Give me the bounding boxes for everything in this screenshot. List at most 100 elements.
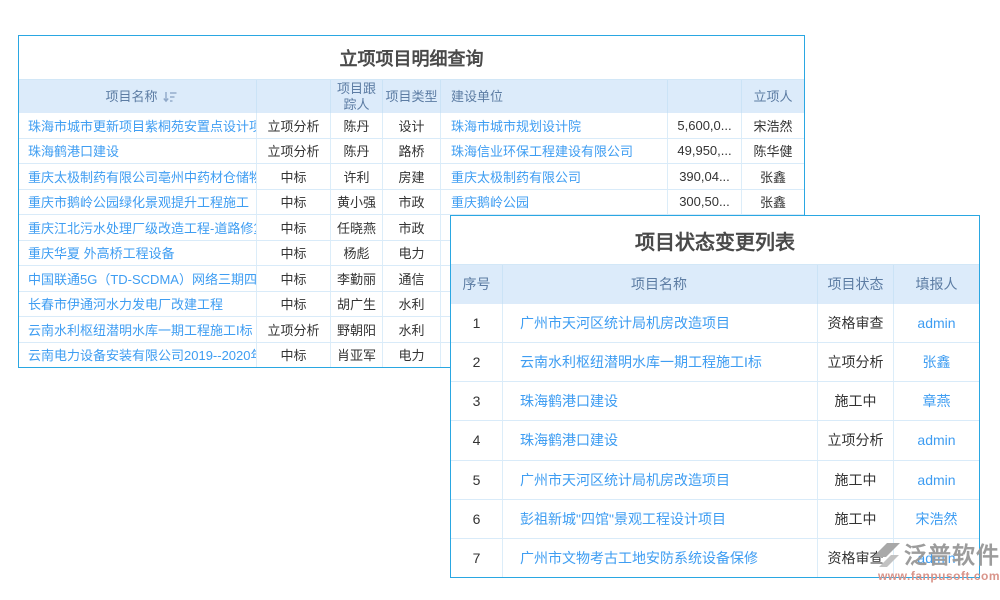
status-change-list-panel: 项目状态变更列表 序号 项目名称 项目状态 填报人 1广州市天河区统计局机房改造… (450, 215, 980, 578)
project-name-link[interactable]: 珠海鹤港口建设 (19, 139, 257, 164)
project-tracker: 杨彪 (331, 241, 383, 266)
project-type: 设计 (383, 113, 441, 138)
table-row: 5广州市天河区统计局机房改造项目施工中admin (451, 461, 979, 500)
project-name-link[interactable]: 广州市文物考古工地安防系统设备保修 (503, 539, 818, 577)
table-row: 重庆太极制药有限公司亳州中药材仓储物流基地中标许利房建重庆太极制药有限公司390… (19, 164, 804, 190)
project-phase: 中标 (257, 164, 331, 189)
project-type: 市政 (383, 190, 441, 215)
project-status: 施工中 (818, 500, 894, 538)
filler-link[interactable]: admin (894, 461, 979, 499)
filler-link[interactable]: 宋浩然 (894, 500, 979, 538)
row-seq-no: 2 (451, 343, 503, 381)
project-initiator: 张鑫 (742, 190, 804, 215)
project-type: 电力 (383, 241, 441, 266)
row-seq-no: 3 (451, 382, 503, 420)
project-tracker: 任晓燕 (331, 215, 383, 240)
row-seq-no: 4 (451, 421, 503, 459)
col-filler: 填报人 (894, 265, 979, 304)
project-tracker: 陈丹 (331, 139, 383, 164)
row-seq-no: 5 (451, 461, 503, 499)
project-status: 施工中 (818, 382, 894, 420)
watermark-url: www.fanpusoft.com (856, 569, 1000, 583)
project-amount: 300,50... (668, 190, 742, 215)
col-project-tracker: 项目跟踪人 (331, 80, 383, 113)
col-project-phase (257, 80, 331, 113)
filler-link[interactable]: 张鑫 (894, 343, 979, 381)
row-seq-no: 1 (451, 304, 503, 342)
table-row: 1广州市天河区统计局机房改造项目资格审查admin (451, 304, 979, 343)
project-amount: 49,950,... (668, 139, 742, 164)
project-tracker: 黄小强 (331, 190, 383, 215)
project-initiator: 张鑫 (742, 164, 804, 189)
row-seq-no: 7 (451, 539, 503, 577)
filler-link[interactable]: admin (894, 421, 979, 459)
table-row: 珠海鹤港口建设立项分析陈丹路桥珠海信业环保工程建设有限公司49,950,...陈… (19, 139, 804, 165)
project-name-link[interactable]: 中国联通5G（TD-SCDMA）网络三期四川工程 (19, 266, 257, 291)
project-status: 资格审查 (818, 304, 894, 342)
table-row: 4珠海鹤港口建设立项分析admin (451, 421, 979, 460)
project-name-link[interactable]: 珠海鹤港口建设 (503, 382, 818, 420)
project-name-link[interactable]: 广州市天河区统计局机房改造项目 (503, 461, 818, 499)
project-status: 施工中 (818, 461, 894, 499)
project-tracker: 李勤丽 (331, 266, 383, 291)
table-row: 6彭祖新城"四馆"景观工程设计项目施工中宋浩然 (451, 500, 979, 539)
table2-body: 1广州市天河区统计局机房改造项目资格审查admin2云南水利枢纽潜明水库一期工程… (451, 304, 979, 577)
table-row: 3珠海鹤港口建设施工中章燕 (451, 382, 979, 421)
project-name-link[interactable]: 重庆江北污水处理厂级改造工程-道路修复工程 (19, 215, 257, 240)
project-name-link[interactable]: 彭祖新城"四馆"景观工程设计项目 (503, 500, 818, 538)
project-phase: 立项分析 (257, 139, 331, 164)
table-row: 2云南水利枢纽潜明水库一期工程施工I标立项分析张鑫 (451, 343, 979, 382)
table2-title: 项目状态变更列表 (451, 216, 979, 264)
project-type: 路桥 (383, 139, 441, 164)
sort-descending-icon[interactable] (163, 91, 177, 103)
project-tracker: 野朝阳 (331, 317, 383, 342)
project-type: 市政 (383, 215, 441, 240)
project-name-link[interactable]: 广州市天河区统计局机房改造项目 (503, 304, 818, 342)
col-project-name[interactable]: 项目名称 (19, 80, 257, 113)
project-name-link[interactable]: 云南电力设备安装有限公司2019--2020年度劳务 (19, 343, 257, 368)
col-seq-no: 序号 (451, 265, 503, 304)
col-initiator: 立项人 (742, 80, 804, 113)
project-tracker: 许利 (331, 164, 383, 189)
project-initiator: 陈华健 (742, 139, 804, 164)
project-tracker: 胡广生 (331, 292, 383, 317)
project-status: 立项分析 (818, 343, 894, 381)
project-phase: 立项分析 (257, 317, 331, 342)
project-phase: 中标 (257, 241, 331, 266)
project-name-link[interactable]: 重庆华夏 外高桥工程设备 (19, 241, 257, 266)
row-seq-no: 6 (451, 500, 503, 538)
build-org-link[interactable]: 重庆鹅岭公园 (441, 190, 668, 215)
project-name-link[interactable]: 重庆市鹅岭公园绿化景观提升工程施工 (19, 190, 257, 215)
fanpu-watermark: 泛普软件 www.fanpusoft.com (856, 542, 1000, 583)
project-name-link[interactable]: 长春市伊通河水力发电厂改建工程 (19, 292, 257, 317)
watermark-brand: 泛普软件 (904, 543, 1000, 568)
col-project-name: 项目名称 (503, 265, 818, 304)
project-tracker: 肖亚军 (331, 343, 383, 368)
project-type: 水利 (383, 317, 441, 342)
col-project-type: 项目类型 (383, 80, 441, 113)
page: 立项项目明细查询 项目名称 项目跟踪人 项目类型 建设单位 (0, 0, 1000, 600)
project-phase: 中标 (257, 292, 331, 317)
project-name-link[interactable]: 云南水利枢纽潜明水库一期工程施工I标 (19, 317, 257, 342)
col-project-name-label: 项目名称 (105, 89, 157, 105)
project-type: 电力 (383, 343, 441, 368)
project-status: 立项分析 (818, 421, 894, 459)
build-org-link[interactable]: 重庆太极制药有限公司 (441, 164, 668, 189)
project-type: 房建 (383, 164, 441, 189)
project-name-link[interactable]: 云南水利枢纽潜明水库一期工程施工I标 (503, 343, 818, 381)
project-type: 水利 (383, 292, 441, 317)
filler-link[interactable]: admin (894, 304, 979, 342)
project-initiator: 宋浩然 (742, 113, 804, 138)
filler-link[interactable]: 章燕 (894, 382, 979, 420)
build-org-link[interactable]: 珠海信业环保工程建设有限公司 (441, 139, 668, 164)
table1-title: 立项项目明细查询 (19, 36, 804, 79)
build-org-link[interactable]: 珠海市城市规划设计院 (441, 113, 668, 138)
project-name-link[interactable]: 珠海市城市更新项目紫桐苑安置点设计项目 (19, 113, 257, 138)
project-name-link[interactable]: 重庆太极制药有限公司亳州中药材仓储物流基地 (19, 164, 257, 189)
project-phase: 中标 (257, 215, 331, 240)
project-name-link[interactable]: 珠海鹤港口建设 (503, 421, 818, 459)
fanpu-logo-icon (872, 542, 902, 568)
project-phase: 中标 (257, 190, 331, 215)
col-amount (668, 80, 742, 113)
project-phase: 中标 (257, 266, 331, 291)
